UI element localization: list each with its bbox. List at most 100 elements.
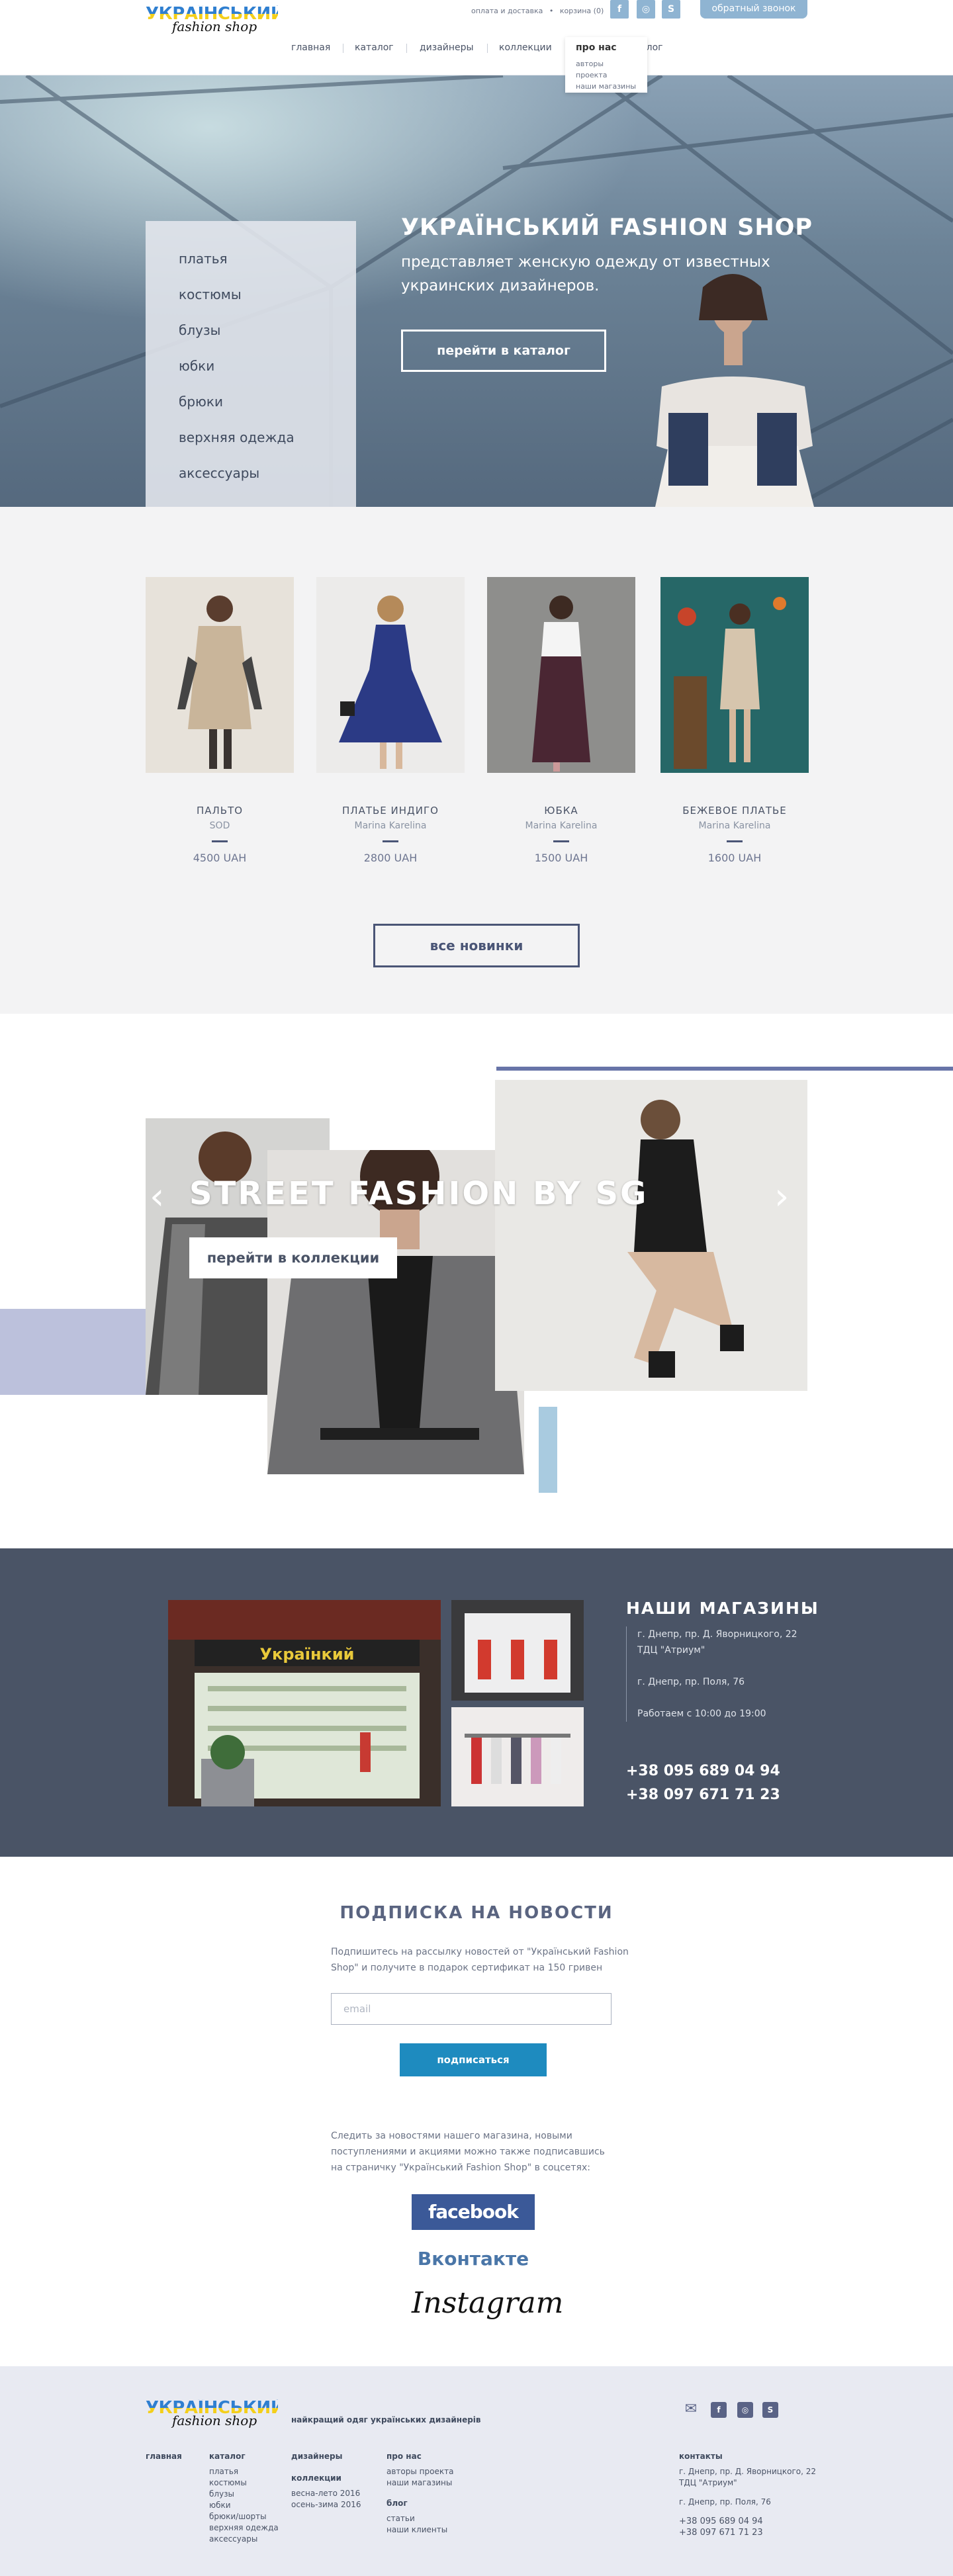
nav-designers[interactable]: дизайнеры bbox=[420, 42, 474, 53]
vkontakte-logo-link[interactable]: Вконтакте bbox=[412, 2243, 535, 2275]
product-image[interactable] bbox=[146, 577, 294, 773]
menu-item-dresses[interactable]: платья bbox=[179, 241, 356, 277]
product-image[interactable] bbox=[487, 577, 635, 773]
product-price: 2800 UAH bbox=[363, 852, 418, 864]
slider-prev-arrow[interactable]: ‹ bbox=[150, 1175, 164, 1218]
nav-divider bbox=[487, 44, 488, 53]
go-to-collections-button[interactable]: перейти в коллекции bbox=[189, 1237, 397, 1278]
footer-link[interactable]: наши магазины bbox=[386, 2477, 453, 2489]
menu-item-suits[interactable]: костюмы bbox=[179, 277, 356, 312]
store-address: г. Днепр, пр. Поля, 76 bbox=[637, 1677, 745, 1687]
logo[interactable]: УКРАЇНСЬКИЙ fashion shop bbox=[146, 5, 285, 38]
product-name[interactable]: ПЛАТЬЕ ИНДИГО bbox=[316, 805, 465, 817]
menu-item-blouses[interactable]: блузы bbox=[179, 312, 356, 348]
footer-link[interactable]: брюки/шорты bbox=[209, 2511, 279, 2522]
product-card[interactable]: ПАЛЬТО SOD 4500 UAH bbox=[146, 577, 294, 864]
dropdown-item-stores[interactable]: наши магазины bbox=[576, 81, 637, 92]
store-phone[interactable]: +38 095 689 04 94 bbox=[626, 1763, 780, 1779]
all-new-arrivals-button[interactable]: все новинки bbox=[373, 924, 580, 967]
category-menu: платья костюмы блузы юбки брюки верхняя … bbox=[146, 221, 356, 507]
product-divider bbox=[383, 840, 398, 842]
product-brand[interactable]: Marina Karelina bbox=[660, 821, 809, 831]
nav-divider bbox=[406, 44, 407, 53]
product-card[interactable]: ПЛАТЬЕ ИНДИГО Marina Karelina 2800 UAH bbox=[316, 577, 465, 864]
hero-subtitle: представляет женскую одежду от известных… bbox=[401, 253, 770, 294]
stores-section: Українкий НАШИ МАГАЗИНЫ г. Днепр, пр. Д.… bbox=[0, 1548, 953, 1857]
store-phone[interactable]: +38 097 671 71 23 bbox=[626, 1787, 780, 1803]
menu-item-accessories[interactable]: аксессуары bbox=[179, 455, 356, 491]
email-input[interactable]: email bbox=[331, 1993, 612, 2025]
decor-block bbox=[0, 1309, 146, 1395]
nav-about[interactable]: про нас bbox=[576, 42, 637, 53]
product-name[interactable]: ПАЛЬТО bbox=[146, 805, 294, 817]
store-mall: ТДЦ "Атриум" bbox=[637, 1645, 705, 1656]
facebook-icon[interactable]: f bbox=[610, 0, 629, 19]
social-description: Следить за новостями нашего магазина, но… bbox=[331, 2131, 605, 2173]
instagram-icon[interactable]: ◎ bbox=[737, 2402, 753, 2418]
subscribe-button[interactable]: подписаться bbox=[400, 2043, 547, 2076]
footer-link[interactable]: костюмы bbox=[209, 2477, 279, 2489]
footer-link[interactable]: осень-зима 2016 bbox=[291, 2499, 361, 2510]
product-name[interactable]: ЮБКА bbox=[487, 805, 635, 817]
footer-logo[interactable]: УКРАЇНСЬКИЙ fashion shop bbox=[146, 2399, 285, 2427]
instagram-logo-link[interactable]: Instagram bbox=[412, 2280, 563, 2327]
product-card[interactable]: БЕЖЕВОЕ ПЛАТЬЕ Marina Karelina 1600 UAH bbox=[660, 577, 809, 864]
footer-phone[interactable]: +38 097 671 71 23 bbox=[679, 2527, 816, 2538]
footer-link[interactable]: платья bbox=[209, 2466, 279, 2477]
product-divider bbox=[727, 840, 743, 842]
slider-next-arrow[interactable]: › bbox=[774, 1175, 789, 1218]
footer-designers-title[interactable]: дизайнеры bbox=[291, 2451, 361, 2462]
decor-line bbox=[496, 1067, 953, 1071]
product-divider bbox=[553, 840, 569, 842]
footer-link[interactable]: статьи bbox=[386, 2513, 453, 2524]
newsletter-description: Подпишитесь на рассылку новостей от "Укр… bbox=[331, 1947, 629, 1973]
skype-icon[interactable]: S bbox=[662, 0, 680, 19]
store-addresses: г. Днепр, пр. Д. Яворницкого, 22 ТДЦ "Ат… bbox=[626, 1626, 811, 1722]
footer-about-title[interactable]: про нас bbox=[386, 2451, 453, 2462]
product-image[interactable] bbox=[316, 577, 465, 773]
footer-link[interactable]: блузы bbox=[209, 2489, 279, 2500]
footer-link[interactable]: весна-лето 2016 bbox=[291, 2488, 361, 2499]
footer-phone[interactable]: +38 095 689 04 94 bbox=[679, 2516, 816, 2527]
product-brand[interactable]: SOD bbox=[146, 821, 294, 831]
facebook-logo-link[interactable]: facebook bbox=[412, 2194, 535, 2230]
menu-item-outerwear[interactable]: верхняя одежда bbox=[179, 420, 356, 455]
site-header: УКРАЇНСЬКИЙ fashion shop оплата и достав… bbox=[0, 0, 953, 75]
go-to-catalog-button[interactable]: перейти в каталог bbox=[401, 330, 606, 372]
newsletter-title: ПОДПИСКА НА НОВОСТИ bbox=[340, 1903, 613, 1923]
product-brand[interactable]: Marina Karelina bbox=[316, 821, 465, 831]
footer-catalog-title[interactable]: каталог bbox=[209, 2451, 279, 2462]
dropdown-item-authors[interactable]: авторы проекта bbox=[576, 58, 637, 81]
menu-item-skirts[interactable]: юбки bbox=[179, 348, 356, 384]
instagram-icon[interactable]: ◎ bbox=[637, 0, 655, 19]
top-links: оплата и доставка • корзина (0) bbox=[471, 7, 608, 15]
menu-item-trousers[interactable]: брюки bbox=[179, 384, 356, 420]
footer-link[interactable]: наши клиенты bbox=[386, 2524, 453, 2536]
callback-button[interactable]: обратный звонок bbox=[700, 0, 807, 19]
store-address: г. Днепр, пр. Д. Яворницкого, 22 bbox=[637, 1629, 797, 1640]
new-products-section: ПАЛЬТО SOD 4500 UAH ПЛАТЬЕ ИНДИГО Marina… bbox=[0, 507, 953, 1014]
footer-link[interactable]: верхняя одежда bbox=[209, 2522, 279, 2534]
delivery-link[interactable]: оплата и доставка bbox=[471, 7, 543, 15]
skype-icon[interactable]: S bbox=[762, 2402, 778, 2418]
mail-icon[interactable]: ✉ bbox=[680, 2402, 702, 2418]
product-brand[interactable]: Marina Karelina bbox=[487, 821, 635, 831]
product-image[interactable] bbox=[660, 577, 809, 773]
product-divider bbox=[212, 840, 228, 842]
footer-link[interactable]: аксессуары bbox=[209, 2534, 279, 2545]
product-card[interactable]: ЮБКА Marina Karelina 1500 UAH bbox=[487, 577, 635, 864]
footer-collections-title[interactable]: коллекции bbox=[291, 2473, 361, 2484]
nav-collections[interactable]: коллекции bbox=[499, 42, 552, 53]
nav-catalog[interactable]: каталог bbox=[355, 42, 394, 53]
footer-link-home[interactable]: главная bbox=[146, 2451, 182, 2462]
footer-link[interactable]: авторы проекта bbox=[386, 2466, 453, 2477]
stores-title: НАШИ МАГАЗИНЫ bbox=[626, 1599, 819, 1618]
cart-link[interactable]: корзина (0) bbox=[560, 7, 604, 15]
store-photo bbox=[451, 1600, 584, 1701]
product-name[interactable]: БЕЖЕВОЕ ПЛАТЬЕ bbox=[660, 805, 809, 817]
nav-home[interactable]: главная bbox=[291, 42, 330, 53]
facebook-icon[interactable]: f bbox=[711, 2402, 727, 2418]
collection-photo[interactable] bbox=[495, 1080, 807, 1391]
footer-link[interactable]: юбки bbox=[209, 2500, 279, 2511]
footer-blog-title[interactable]: блог bbox=[386, 2498, 453, 2509]
